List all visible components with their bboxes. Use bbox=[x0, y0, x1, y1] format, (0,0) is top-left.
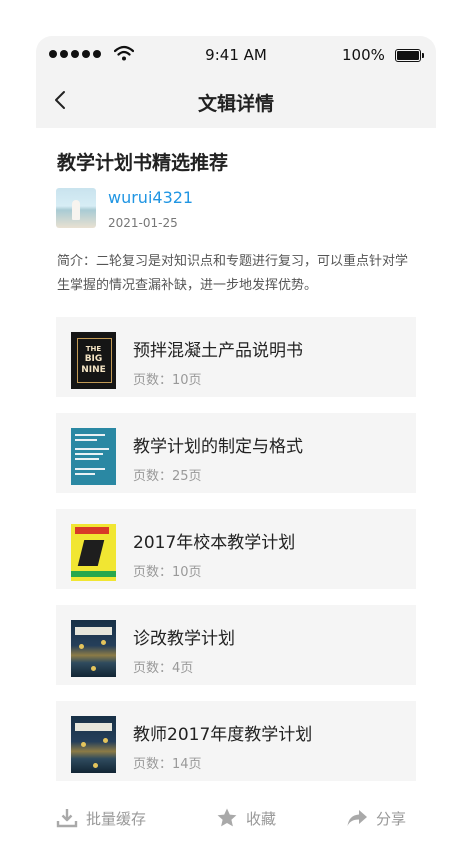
batch-cache-button[interactable]: 批量缓存 bbox=[56, 807, 146, 829]
page-title: 文辑详情 bbox=[197, 93, 274, 115]
download-icon bbox=[56, 809, 78, 828]
book-page-count: 页数：14页 bbox=[133, 757, 202, 772]
book-cover bbox=[71, 716, 116, 773]
battery-percentage: 100% bbox=[342, 46, 385, 64]
album-intro: 简介：二轮复习是对知识点和专题进行复习，可以重点针对学生掌握的情况查漏补缺，进一… bbox=[57, 254, 409, 293]
book-title: 2017年校本教学计划 bbox=[133, 533, 296, 553]
cover-text: BIG bbox=[84, 354, 103, 364]
book-item[interactable]: 诊改教学计划 页数：4页 bbox=[56, 605, 416, 685]
bottom-toolbar: 批量缓存 收藏 分享 bbox=[36, 795, 436, 843]
batch-cache-label: 批量缓存 bbox=[86, 809, 147, 828]
star-icon bbox=[217, 808, 237, 827]
publish-date: 2021-01-25 bbox=[108, 216, 178, 230]
book-page-count: 页数：10页 bbox=[133, 373, 202, 388]
status-bar: 9:41 AM 100% bbox=[36, 36, 436, 74]
book-cover bbox=[71, 524, 116, 581]
cover-text: THE bbox=[85, 345, 102, 353]
book-item[interactable]: 教学计划的制定与格式 页数：25页 bbox=[56, 413, 416, 493]
book-title: 教师2017年度教学计划 bbox=[133, 725, 313, 745]
favorite-label: 收藏 bbox=[246, 809, 277, 828]
book-cover bbox=[71, 428, 116, 485]
book-item[interactable]: THE BIG NINE 预拌混凝土产品说明书 页数：10页 bbox=[56, 317, 416, 397]
book-cover bbox=[71, 620, 116, 677]
book-cover: THE BIG NINE bbox=[71, 332, 116, 389]
cover-text: NINE bbox=[81, 365, 106, 375]
share-label: 分享 bbox=[376, 809, 407, 828]
book-title: 教学计划的制定与格式 bbox=[133, 437, 303, 457]
book-title: 诊改教学计划 bbox=[133, 629, 235, 649]
share-button[interactable]: 分享 bbox=[346, 807, 406, 829]
share-icon bbox=[347, 810, 367, 826]
book-item[interactable]: 2017年校本教学计划 页数：10页 bbox=[56, 509, 416, 589]
album-title: 教学计划书精选推荐 bbox=[57, 152, 229, 174]
book-item[interactable]: 教师2017年度教学计划 页数：14页 bbox=[56, 701, 416, 781]
author-username[interactable]: wurui4321 bbox=[108, 188, 193, 207]
book-page-count: 页数：4页 bbox=[133, 661, 194, 676]
avatar[interactable] bbox=[56, 188, 96, 228]
favorite-button[interactable]: 收藏 bbox=[216, 807, 276, 829]
phone-frame: 9:41 AM 100% 文辑详情 教学计划书精选推荐 wurui4321 20… bbox=[36, 36, 436, 857]
nav-bar: 文辑详情 bbox=[36, 74, 436, 128]
book-title: 预拌混凝土产品说明书 bbox=[133, 341, 303, 361]
book-page-count: 页数：25页 bbox=[133, 469, 202, 484]
book-page-count: 页数：10页 bbox=[133, 565, 202, 580]
battery-icon bbox=[395, 49, 424, 62]
